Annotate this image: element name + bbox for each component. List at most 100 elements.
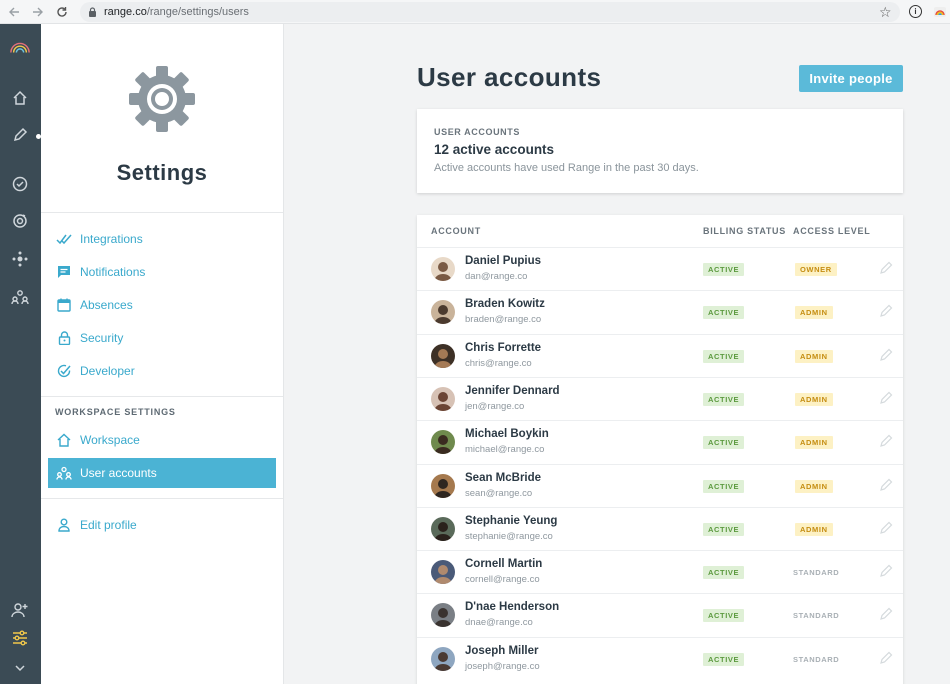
chevron-down-icon[interactable] bbox=[10, 658, 30, 678]
edit-pencil-icon[interactable] bbox=[879, 434, 893, 448]
table-row[interactable]: Jennifer Dennard jen@range.co ACTIVE ADMIN bbox=[417, 376, 903, 420]
account-name: Daniel Pupius bbox=[465, 255, 542, 267]
bookmark-star-icon[interactable]: ☆ bbox=[879, 4, 892, 21]
summary-card: USER ACCOUNTS 12 active accounts Active … bbox=[417, 109, 903, 193]
account-email: michael@range.co bbox=[465, 444, 545, 456]
active-accounts-count: 12 active accounts bbox=[434, 142, 555, 157]
billing-status-badge: ACTIVE bbox=[703, 479, 745, 493]
info-extension-icon[interactable]: i bbox=[909, 5, 922, 18]
nav-label: Security bbox=[80, 331, 124, 345]
account-name: Cornell Martin bbox=[465, 558, 543, 571]
integrations-hub-icon[interactable] bbox=[10, 249, 30, 269]
account-email: jen@range.co bbox=[465, 400, 525, 412]
account-name: Michael Boykin bbox=[465, 428, 549, 441]
account-name: Stephanie Yeung bbox=[465, 514, 558, 527]
invite-people-button[interactable]: Invite people bbox=[799, 65, 903, 92]
edit-pencil-icon[interactable] bbox=[879, 478, 893, 492]
column-header-access: ACCESS LEVEL bbox=[793, 226, 871, 236]
billing-status-badge: ACTIVE bbox=[703, 392, 745, 406]
person-icon bbox=[56, 517, 72, 533]
lock-icon bbox=[89, 7, 96, 17]
address-bar[interactable]: range.co/range/settings/users bbox=[80, 2, 900, 22]
account-name: Jennifer Dennard bbox=[465, 384, 560, 397]
check-circle-icon[interactable] bbox=[10, 174, 30, 194]
table-row[interactable]: D'nae Henderson dnae@range.co ACTIVE STANDA… bbox=[417, 593, 903, 636]
nav-item-security[interactable]: Security bbox=[48, 323, 276, 353]
nav-item-edit-profile[interactable]: Edit profile bbox=[48, 510, 276, 540]
table-row[interactable]: Sean McBride sean@range.co ACTIVE ADMIN bbox=[417, 463, 903, 507]
account-name: Joseph Miller bbox=[465, 644, 539, 657]
nav-item-integrations[interactable]: Integrations bbox=[48, 224, 276, 254]
back-arrow-icon[interactable] bbox=[2, 0, 26, 24]
nav-label: Workspace bbox=[80, 433, 140, 447]
access-level-badge: ADMIN bbox=[795, 436, 833, 450]
table-row[interactable]: Stephanie Yeung stephanie@range.co ACTIVE A… bbox=[417, 506, 903, 550]
reload-icon[interactable] bbox=[50, 0, 74, 24]
page-title: User accounts bbox=[417, 62, 602, 92]
nav-item-user-accounts[interactable]: User accounts bbox=[48, 458, 276, 488]
table-row[interactable]: Joseph Miller joseph@range.co ACTIVE STANDA… bbox=[417, 636, 903, 680]
billing-status-badge: ACTIVE bbox=[703, 522, 745, 536]
settings-sidebar: Settings Integrations Notifications Abse… bbox=[41, 24, 284, 684]
edit-pencil-icon[interactable] bbox=[879, 304, 893, 318]
accounts-table: ACCOUNT BILLING STATUS ACCESS LEVEL Dani… bbox=[417, 215, 903, 684]
table-row[interactable]: Braden Kowitz braden@range.co ACTIVE ADMIN bbox=[417, 290, 903, 333]
avatar bbox=[431, 646, 455, 671]
account-email: dnae@range.co bbox=[465, 617, 533, 629]
billing-status-badge: ACTIVE bbox=[703, 436, 745, 450]
edit-pencil-icon[interactable] bbox=[879, 348, 893, 362]
avatar bbox=[431, 473, 455, 498]
access-level-badge: ADMIN bbox=[795, 306, 833, 320]
table-row[interactable]: Chris Forrette chris@range.co ACTIVE ADMIN bbox=[417, 333, 903, 377]
range-logo-icon[interactable] bbox=[10, 38, 30, 58]
nav-label: Developer bbox=[80, 364, 135, 378]
pencil-icon[interactable] bbox=[10, 125, 30, 145]
edit-pencil-icon[interactable] bbox=[879, 391, 893, 405]
table-row[interactable]: Daniel Pupius dan@range.co ACTIVE OWNER bbox=[417, 247, 903, 290]
team-icon[interactable] bbox=[10, 287, 30, 307]
app-rail bbox=[0, 24, 41, 684]
url-domain: range.co bbox=[104, 6, 147, 18]
edit-pencil-icon[interactable] bbox=[879, 564, 893, 578]
access-level-badge: ADMIN bbox=[795, 392, 833, 406]
billing-status-badge: ACTIVE bbox=[703, 652, 745, 666]
nav-item-notifications[interactable]: Notifications bbox=[48, 257, 276, 287]
divider bbox=[41, 498, 283, 499]
billing-status-badge: ACTIVE bbox=[703, 306, 745, 320]
account-email: braden@range.co bbox=[465, 314, 542, 326]
account-email: chris@range.co bbox=[465, 357, 532, 369]
target-check-icon[interactable] bbox=[10, 211, 30, 231]
nav-label: User accounts bbox=[80, 466, 157, 480]
settings-sliders-icon[interactable] bbox=[10, 628, 30, 648]
avatar bbox=[431, 386, 455, 411]
nav-item-workspace[interactable]: Workspace bbox=[48, 425, 276, 455]
gear-icon bbox=[129, 66, 195, 132]
account-email: sean@range.co bbox=[465, 487, 533, 499]
access-level-badge: ADMIN bbox=[795, 479, 833, 493]
account-name: D'nae Henderson bbox=[465, 601, 560, 614]
billing-status-badge: ACTIVE bbox=[703, 349, 745, 363]
nav-item-absences[interactable]: Absences bbox=[48, 290, 276, 320]
account-name: Sean McBride bbox=[465, 471, 542, 484]
billing-status-badge: ACTIVE bbox=[703, 263, 745, 276]
avatar bbox=[431, 603, 455, 628]
home-icon[interactable] bbox=[10, 88, 30, 108]
access-level-badge: STANDARD bbox=[793, 654, 840, 664]
edit-pencil-icon[interactable] bbox=[879, 521, 893, 535]
edit-pencil-icon[interactable] bbox=[879, 261, 893, 275]
forward-arrow-icon[interactable] bbox=[26, 0, 50, 24]
nav-item-developer[interactable]: Developer bbox=[48, 356, 276, 386]
check-double-icon bbox=[56, 231, 72, 247]
edit-pencil-icon[interactable] bbox=[879, 651, 893, 665]
settings-title: Settings bbox=[116, 160, 208, 185]
avatar bbox=[431, 430, 455, 455]
access-level-badge: STANDARD bbox=[793, 568, 840, 578]
add-user-icon[interactable] bbox=[10, 600, 30, 620]
table-row[interactable]: Michael Boykin michael@range.co ACTIVE ADMI… bbox=[417, 420, 903, 463]
nav-label: Notifications bbox=[80, 265, 146, 279]
account-name: Braden Kowitz bbox=[465, 298, 545, 311]
chat-icon bbox=[56, 264, 72, 280]
edit-pencil-icon[interactable] bbox=[879, 607, 893, 621]
rainbow-extension-icon[interactable] bbox=[933, 5, 947, 19]
table-row[interactable]: Cornell Martin cornell@range.co ACTIVE STAN… bbox=[417, 550, 903, 593]
